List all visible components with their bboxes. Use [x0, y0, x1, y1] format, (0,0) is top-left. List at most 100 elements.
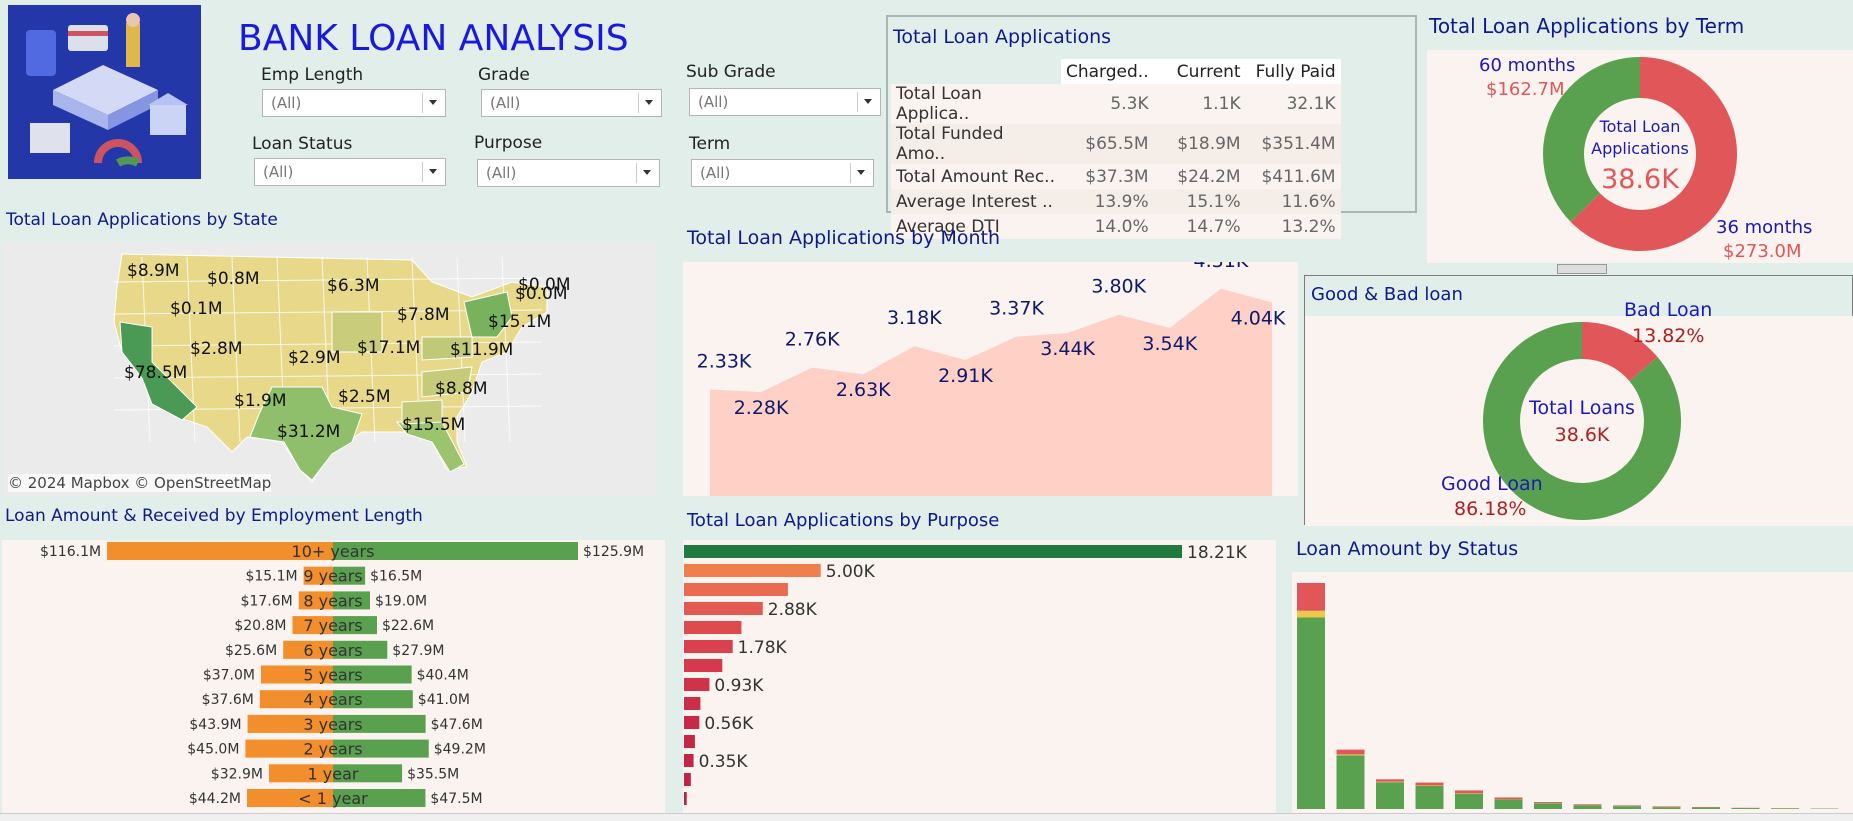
bar: [684, 602, 763, 615]
state-value-label: $8.9M: [127, 261, 180, 281]
cell: $351.4M: [1245, 124, 1341, 164]
stacked-bar-segment: [1573, 804, 1602, 806]
data-label: 5.00K: [826, 562, 876, 582]
category-label: 8 years: [303, 591, 362, 610]
stacked-bar-segment: [1494, 797, 1523, 800]
category-label: 6 years: [303, 641, 362, 660]
filter-value: (All): [490, 94, 521, 112]
state-value-label: $0.0M: [518, 275, 571, 295]
category-label: 2 years: [303, 740, 362, 759]
bar: [684, 659, 723, 672]
stacked-bar-segment: [1336, 749, 1365, 755]
emp-chart-panel: 10+ years $116.1M $125.9M 9 years $15.1M $16.…: [2, 540, 665, 813]
chevron-down-icon: [643, 170, 651, 175]
cell: 14.0%: [1061, 214, 1154, 239]
table-row: Total Amount Rec.. $37.3M $24.2M $411.6M: [891, 164, 1341, 189]
filter-sub-grade[interactable]: (All): [689, 88, 881, 116]
slice-name: 36 months: [1716, 217, 1812, 238]
data-label: 3.18K: [887, 307, 942, 329]
data-label: $19.0M: [375, 593, 427, 609]
map-panel[interactable]: $8.9M $0.8M $6.3M $0.0M $0.1M $7.8M $15.1M $0.0…: [2, 242, 657, 496]
stacked-bar-segment: [1731, 808, 1760, 809]
state-map: $8.9M $0.8M $6.3M $0.0M$0.1M $7.8M $15.1M$0.0…: [2, 242, 657, 496]
center-value: 38.6K: [1601, 164, 1680, 195]
filter-loan-status[interactable]: (All): [254, 158, 446, 186]
stacked-bar-segment: [1297, 617, 1325, 809]
bar: [684, 564, 821, 577]
data-label: $15.1M: [245, 569, 297, 585]
data-label: 2.33K: [697, 350, 752, 372]
data-label: $37.0M: [203, 668, 255, 684]
stacked-bar-segment: [1415, 786, 1444, 809]
slice-value: 86.18%: [1454, 498, 1526, 520]
table-header-row: Charged.. Current Fully Paid: [891, 59, 1341, 84]
bar: [684, 754, 694, 767]
bank-loan-logo: [8, 5, 201, 179]
category-label: 7 years: [303, 616, 362, 635]
filter-label-emp-length: Emp Length: [261, 65, 364, 85]
bar: [684, 773, 691, 786]
cell: $18.9M: [1153, 124, 1246, 164]
purpose-chart-panel: 18.21K 5.00K 2.88K 1.78K 0.93K 0.56K 0.35K: [683, 540, 1276, 813]
month-chart-title: Total Loan Applications by Month: [687, 227, 1001, 249]
category-label: 10+ years: [292, 542, 375, 561]
filter-purpose[interactable]: (All): [477, 159, 660, 187]
state-value-label: $15.1M: [488, 312, 551, 332]
map-attribution: © 2024 Mapbox © OpenStreetMap: [8, 474, 272, 492]
data-label: 3.37K: [989, 298, 1044, 320]
resize-handle[interactable]: [1557, 264, 1607, 274]
center-label: Total Loan: [1599, 117, 1681, 136]
cell: 5.3K: [1061, 84, 1154, 124]
bar: [684, 678, 710, 691]
filter-grade[interactable]: (All): [481, 89, 662, 117]
stacked-bar-segment: [1455, 790, 1483, 794]
category-label: 3 years: [303, 715, 362, 734]
state-value-label: $1.9M: [234, 391, 287, 411]
bar: [684, 735, 695, 748]
table-row: Average Interest .. 13.9% 15.1% 11.6%: [891, 189, 1341, 214]
column-header[interactable]: Charged..: [1061, 59, 1154, 84]
filter-emp-length[interactable]: (All): [262, 89, 446, 117]
sheet-tab-bar[interactable]: [0, 813, 1853, 821]
filter-value: (All): [486, 164, 517, 182]
column-header[interactable]: Fully Paid: [1245, 59, 1341, 84]
data-label: 4.31K: [1194, 262, 1249, 272]
category-label: 4 years: [303, 690, 362, 709]
cell: 13.9%: [1061, 189, 1154, 214]
stacked-bar-segment: [1573, 805, 1602, 809]
stacked-bar-segment: [1415, 782, 1444, 786]
area-fill: [710, 288, 1272, 496]
month-chart-panel: 2.33K 2.28K 2.76K 2.63K 3.18K 2.91K 3.37K 3.44K…: [683, 250, 1298, 496]
data-label: 4.04K: [1231, 307, 1286, 329]
purpose-bar-chart: 18.21K 5.00K 2.88K 1.78K 0.93K 0.56K 0.35K: [684, 543, 1248, 805]
kpi-table: Charged.. Current Fully Paid Total Loan …: [891, 59, 1341, 239]
slice-name: Good Loan: [1441, 473, 1543, 495]
stacked-bar-segment: [1652, 806, 1681, 807]
emp-length-bar-chart: 10+ years $116.1M $125.9M 9 years $15.1M $16.…: [40, 542, 644, 808]
column-header[interactable]: Current: [1153, 59, 1246, 84]
data-label: $32.9M: [211, 766, 263, 782]
kpi-table-panel: Total Loan Applications Charged.. Curren…: [886, 15, 1417, 239]
data-label: $47.5M: [430, 791, 482, 807]
data-label: 0.56K: [704, 714, 754, 734]
table-row: Total Loan Applica.. 5.3K 1.1K 32.1K: [891, 84, 1341, 124]
row-label: Average Interest ..: [891, 189, 1061, 214]
data-label: $16.5M: [370, 569, 422, 585]
data-label: 0.35K: [699, 752, 749, 772]
cell: $411.6M: [1245, 164, 1341, 189]
month-area-chart: 2.33K 2.28K 2.76K 2.63K 3.18K 2.91K 3.37K 3.44K…: [697, 250, 1286, 496]
center-label: Total Loans: [1528, 397, 1635, 419]
state-value-label: $0.1M: [170, 299, 223, 319]
cell: $37.3M: [1061, 164, 1154, 189]
stacked-bar-segment: [1376, 781, 1404, 783]
category-label: 9 years: [303, 567, 362, 586]
data-label: 1.78K: [738, 638, 788, 658]
stacked-bar-segment: [1455, 793, 1483, 809]
data-label: $116.1M: [40, 544, 101, 560]
filter-label-grade: Grade: [478, 65, 530, 85]
data-label: $27.9M: [392, 643, 444, 659]
row-label: Total Funded Amo..: [891, 124, 1061, 164]
term-chart-panel: Total Loan Applications 38.6K 60 months $162…: [1427, 50, 1853, 263]
filter-term[interactable]: (All): [691, 159, 874, 187]
data-label: 3.80K: [1091, 276, 1146, 298]
